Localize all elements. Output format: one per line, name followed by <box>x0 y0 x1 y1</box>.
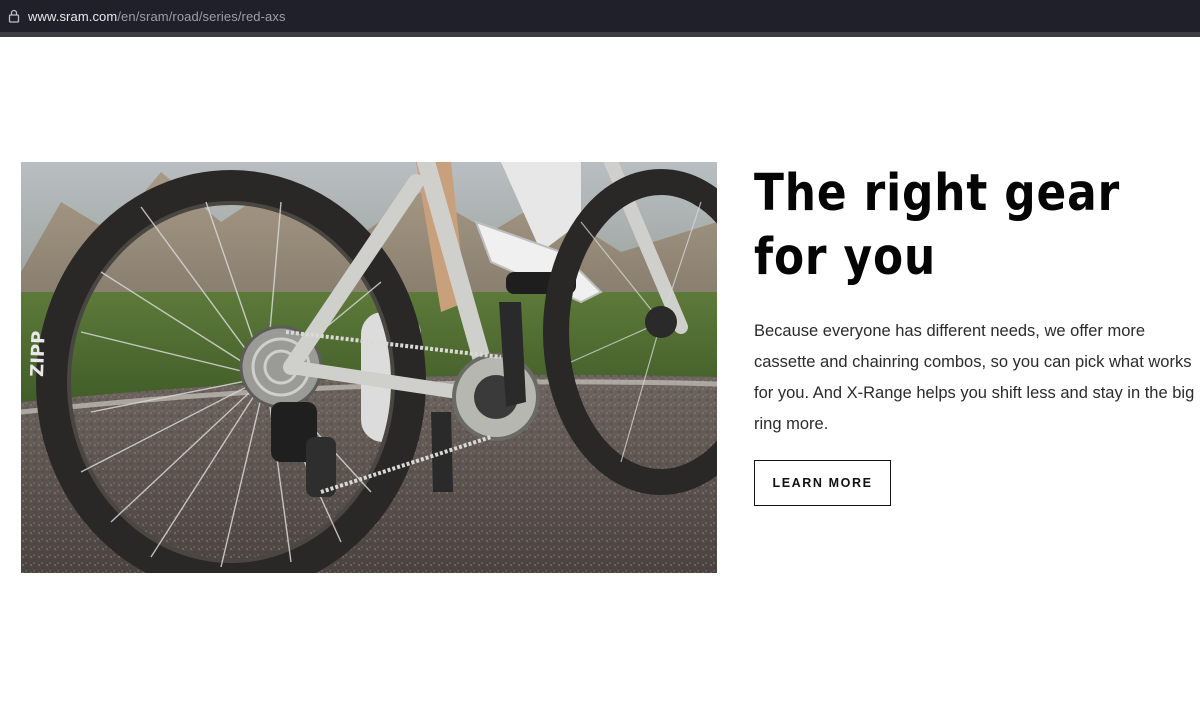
rim-logo: ZIPP <box>27 330 50 377</box>
section-body: Because everyone has different needs, we… <box>754 322 1195 433</box>
url-text[interactable]: www.sram.com/en/sram/road/series/red-axs <box>28 9 286 24</box>
lock-icon <box>8 9 20 23</box>
url-path: /en/sram/road/series/red-axs <box>117 8 286 24</box>
section-title: The right gear for you <box>754 164 1121 287</box>
feature-text-column: The right gear for you Because everyone … <box>754 162 1200 506</box>
browser-divider <box>0 32 1200 37</box>
learn-more-button[interactable]: LEARN MORE <box>754 460 891 506</box>
url-host: www.sram.com <box>28 8 118 24</box>
hero-image: ZIPP <box>21 162 717 573</box>
browser-address-bar[interactable]: www.sram.com/en/sram/road/series/red-axs <box>0 0 1200 32</box>
